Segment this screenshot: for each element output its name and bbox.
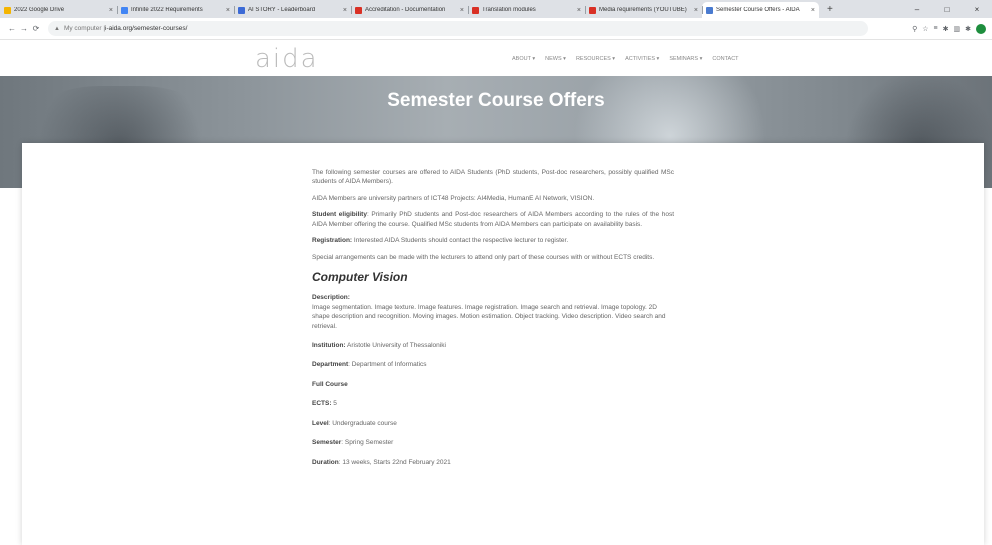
course-type: Full Course xyxy=(312,380,674,389)
course-ects: ECTS: 5 xyxy=(312,399,674,408)
browser-tab[interactable]: 2022 Google Drive × xyxy=(0,2,117,18)
maximize-button[interactable]: □ xyxy=(932,5,962,14)
browser-tab[interactable]: Infinite 2022 Requirements × xyxy=(117,2,234,18)
eligibility-paragraph: Student eligibility: Primarily PhD stude… xyxy=(312,210,674,229)
tab-label: Accreditation - Documentation xyxy=(365,7,446,13)
level-label: Level xyxy=(312,419,329,427)
tab-favicon-icon xyxy=(121,6,128,14)
window-controls: – □ × xyxy=(902,0,992,18)
extension-icon[interactable]: ✱ xyxy=(943,25,949,33)
course-institution: Institution: Aristotle University of The… xyxy=(312,341,674,350)
tab-label: Translation modules xyxy=(482,7,536,13)
course-title: Computer Vision xyxy=(312,269,408,284)
registration-text: Interested AIDA Students should contact … xyxy=(352,237,569,245)
close-tab-icon[interactable]: × xyxy=(694,7,698,14)
nav-item-news[interactable]: NEWS ▾ xyxy=(545,56,566,62)
eligibility-label: Student eligibility xyxy=(312,211,367,219)
institution-value: Aristotle University of Thessaloniki xyxy=(345,342,446,350)
eligibility-text: : Primarily PhD students and Post-doc re… xyxy=(312,211,674,228)
tab-favicon-icon xyxy=(706,6,713,14)
nav-item-seminars[interactable]: SEMINARS ▾ xyxy=(669,56,702,62)
address-bar[interactable]: ▲ My computer | i-aida.org/semester-cour… xyxy=(48,21,868,36)
site-info-icon[interactable]: ▲ xyxy=(54,26,60,32)
browser-tab[interactable]: Accreditation - Documentation × xyxy=(351,2,468,18)
browser-tab-bar: 2022 Google Drive × Infinite 2022 Require… xyxy=(0,0,992,18)
tab-favicon-icon xyxy=(4,6,11,14)
browser-tab[interactable]: Media requirements (YOUTUBE) × xyxy=(585,2,702,18)
institution-label: Institution: xyxy=(312,342,346,350)
extension-area: ⚲ ☆ ≡ ✱ ▥ ✱ xyxy=(912,23,986,34)
duration-label: Duration xyxy=(312,458,339,466)
close-window-button[interactable]: × xyxy=(962,5,992,14)
course-department: Department: Department of Informatics xyxy=(312,360,674,369)
course-level: Level: Undergraduate course xyxy=(312,419,674,428)
tab-label: AI STORY - Leaderboard xyxy=(248,7,316,13)
main-navigation: ABOUT ▾ NEWS ▾ RESOURCES ▾ ACTIVITIES ▾ … xyxy=(512,56,739,62)
zoom-icon[interactable]: ⚲ xyxy=(912,25,917,33)
close-tab-icon[interactable]: × xyxy=(226,7,230,14)
nav-item-about[interactable]: ABOUT ▾ xyxy=(512,56,535,62)
site-header: aida ABOUT ▾ NEWS ▾ RESOURCES ▾ ACTIVITI… xyxy=(0,41,992,76)
semester-value: : Spring Semester xyxy=(341,439,394,447)
url-host: My computer | xyxy=(63,25,106,32)
content-card: The following semester courses are offer… xyxy=(22,143,984,545)
tab-label: Media requirements (YOUTUBE) xyxy=(599,7,687,13)
description-label: Description: xyxy=(312,294,350,302)
registration-label: Registration: xyxy=(312,237,353,245)
nav-item-activities[interactable]: ACTIVITIES ▾ xyxy=(625,56,659,62)
tab-label: 2022 Google Drive xyxy=(14,7,65,13)
nav-item-contact[interactable]: CONTACT xyxy=(712,56,738,62)
profile-avatar[interactable] xyxy=(976,23,986,34)
site-logo[interactable]: aida xyxy=(255,44,319,74)
registration-paragraph: Registration: Interested AIDA Students s… xyxy=(312,236,674,245)
description-text: Image segmentation. Image texture. Image… xyxy=(312,303,666,330)
course-duration: Duration: 13 weeks, Starts 22nd February… xyxy=(312,458,674,467)
puzzle-icon[interactable]: ✱ xyxy=(965,25,971,33)
course-semester: Semester: Spring Semester xyxy=(312,438,674,447)
ects-value: 5 xyxy=(331,400,337,408)
main-content: The following semester courses are offer… xyxy=(312,168,674,477)
nav-item-resources[interactable]: RESOURCES ▾ xyxy=(576,56,615,62)
new-tab-button[interactable]: + xyxy=(819,2,841,18)
close-tab-icon[interactable]: × xyxy=(577,7,581,14)
page-title: Semester Course Offers xyxy=(387,90,605,111)
special-paragraph: Special arrangements can be made with th… xyxy=(312,253,655,261)
reload-button[interactable]: ⟳ xyxy=(30,24,42,33)
tab-favicon-icon xyxy=(355,6,362,14)
minimize-button[interactable]: – xyxy=(902,5,932,14)
browser-tab[interactable]: Translation modules × xyxy=(468,2,585,18)
close-tab-icon[interactable]: × xyxy=(460,7,464,14)
close-tab-icon[interactable]: × xyxy=(343,7,347,14)
url-path: i-aida.org/semester-courses/ xyxy=(105,25,188,32)
tab-label: Infinite 2022 Requirements xyxy=(131,7,203,13)
browser-tab[interactable]: AI STORY - Leaderboard × xyxy=(234,2,351,18)
department-value: : Department of Informatics xyxy=(348,361,427,369)
level-value: : Undergraduate course xyxy=(328,419,397,427)
semester-label: Semester xyxy=(312,439,342,447)
back-button[interactable]: ← xyxy=(6,24,18,33)
tab-favicon-icon xyxy=(589,6,596,14)
extension-icon[interactable]: ▥ xyxy=(954,25,961,33)
tab-favicon-icon xyxy=(238,6,245,14)
course-description: Description: Image segmentation. Image t… xyxy=(312,293,674,331)
tab-favicon-icon xyxy=(472,6,479,14)
ects-label: ECTS: xyxy=(312,400,332,408)
bookmark-star-icon[interactable]: ☆ xyxy=(922,25,928,33)
close-tab-icon[interactable]: × xyxy=(109,7,113,14)
browser-tab-active[interactable]: Semester Course Offers - AIDA × xyxy=(702,2,819,18)
tab-label: Semester Course Offers - AIDA xyxy=(716,7,800,13)
full-course-label: Full Course xyxy=(312,380,348,388)
intro-paragraph: The following semester courses are offer… xyxy=(312,169,674,186)
forward-button[interactable]: → xyxy=(18,24,30,33)
members-paragraph: AIDA Members are university partners of … xyxy=(312,194,595,202)
department-label: Department xyxy=(312,361,349,369)
browser-toolbar: ← → ⟳ ▲ My computer | i-aida.org/semeste… xyxy=(0,18,992,40)
close-tab-icon[interactable]: × xyxy=(811,7,815,14)
duration-value: : 13 weeks, Starts 22nd February 2021 xyxy=(338,458,451,466)
extension-icon[interactable]: ≡ xyxy=(934,25,938,32)
